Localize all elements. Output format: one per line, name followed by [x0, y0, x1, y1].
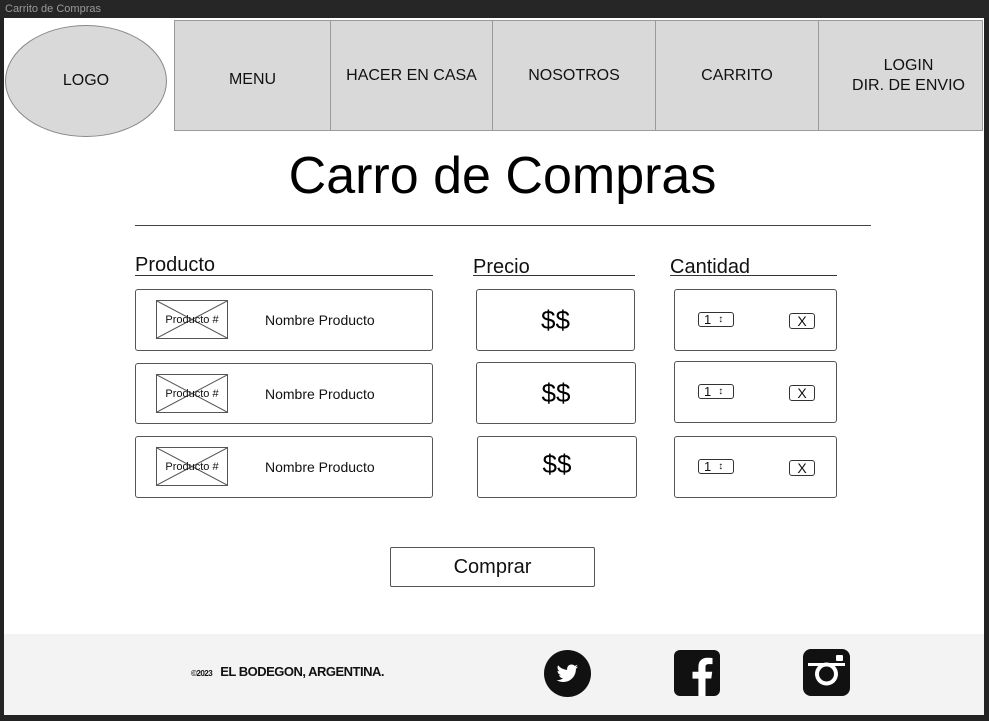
nav-menu[interactable]: MENU	[174, 20, 331, 131]
column-underline	[135, 275, 433, 276]
nav-login[interactable]: LOGIN DIR. DE ENVIO	[818, 20, 983, 131]
price-value: $$	[541, 377, 571, 408]
copyright: ©2023 EL BODEGON, ARGENTINA.	[191, 664, 384, 679]
remove-item-button[interactable]: X	[789, 460, 815, 476]
thumbnail-label: Producto #	[165, 460, 219, 473]
logo[interactable]: LOGO	[5, 25, 167, 137]
column-underline	[473, 275, 635, 276]
thumbnail-label: Producto #	[165, 387, 219, 400]
product-name: Nombre Producto	[265, 385, 375, 402]
cart-row-price: $$	[476, 289, 635, 351]
title-divider	[135, 225, 871, 226]
cart-row-product: Producto # Nombre Producto	[135, 289, 433, 351]
product-thumbnail: Producto #	[156, 300, 228, 339]
quantity-value: 1	[704, 384, 712, 399]
facebook-icon[interactable]	[674, 650, 720, 696]
nav-nosotros-label: NOSOTROS	[528, 66, 620, 84]
copyright-text: EL BODEGON, ARGENTINA.	[220, 664, 384, 679]
quantity-value: 1	[704, 312, 712, 327]
page-title: Carro de Compras	[288, 147, 717, 205]
instagram-icon[interactable]	[803, 649, 850, 696]
column-underline	[670, 275, 837, 276]
cart-row-price: $$	[476, 362, 636, 424]
cart-row-product: Producto # Nombre Producto	[135, 436, 433, 498]
cart-row-quantity: 1 ↕ X	[674, 436, 837, 498]
thumbnail-label: Producto #	[165, 313, 219, 326]
footer: ©2023 EL BODEGON, ARGENTINA.	[4, 634, 984, 715]
cart-row-product: Producto # Nombre Producto	[135, 363, 433, 424]
nav-menu-label: MENU	[228, 70, 277, 88]
cart-row-quantity: 1 ↕ X	[674, 361, 837, 423]
product-thumbnail: Producto #	[156, 374, 228, 413]
remove-item-button[interactable]: X	[789, 313, 815, 329]
stepper-arrows-icon[interactable]: ↕	[718, 314, 723, 325]
nav-nosotros[interactable]: NOSOTROS	[492, 20, 656, 131]
twitter-icon[interactable]	[544, 650, 591, 697]
nav-login-label: LOGIN DIR. DE ENVIO	[852, 56, 965, 94]
nav-carrito[interactable]: CARRITO	[655, 20, 819, 131]
quantity-stepper[interactable]: 1 ↕	[698, 312, 734, 327]
quantity-value: 1	[704, 459, 712, 474]
cart-row-price: $$	[477, 436, 637, 498]
product-name: Nombre Producto	[265, 312, 375, 328]
stepper-arrows-icon[interactable]: ↕	[718, 386, 723, 397]
nav-carrito-label: CARRITO	[701, 66, 773, 84]
price-value: $$	[541, 304, 570, 335]
buy-button[interactable]: Comprar	[390, 547, 595, 587]
stepper-arrows-icon[interactable]: ↕	[718, 461, 723, 472]
product-thumbnail: Producto #	[156, 447, 228, 486]
column-header-product: Producto	[135, 254, 216, 276]
window-title: Carrito de Compras	[0, 0, 989, 18]
nav-hacer-en-casa[interactable]: HACER EN CASA	[330, 20, 493, 131]
nav-hacer-en-casa-label: HACER EN CASA	[346, 66, 477, 84]
quantity-stepper[interactable]: 1 ↕	[698, 459, 734, 474]
product-name: Nombre Producto	[265, 459, 375, 475]
cart-row-quantity: 1 ↕ X	[674, 289, 837, 351]
page: LOGO MENU HACER EN CASA NOSOTROS CARRITO…	[4, 18, 984, 715]
remove-item-button[interactable]: X	[789, 385, 815, 401]
copyright-year: ©2023	[191, 669, 213, 678]
price-value: $$	[542, 449, 572, 479]
quantity-stepper[interactable]: 1 ↕	[698, 384, 734, 399]
